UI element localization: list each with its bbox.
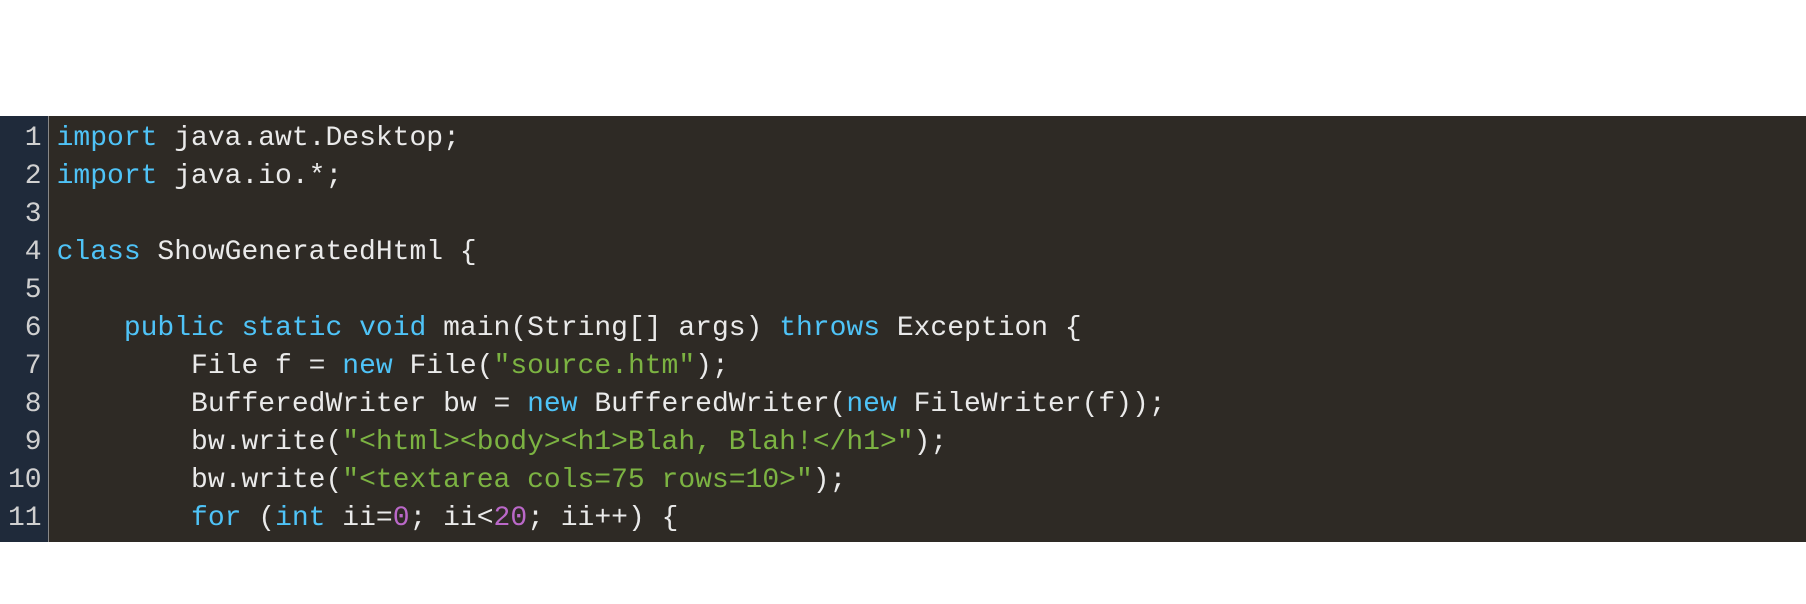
token-default: ; ii++) { xyxy=(527,503,678,534)
token-default: ); xyxy=(813,465,847,496)
token-number: 0 xyxy=(393,503,410,534)
token-string: "source.htm" xyxy=(494,351,696,382)
token-keyword: throws xyxy=(779,313,880,344)
token-default: ii= xyxy=(325,503,392,534)
token-keyword: for xyxy=(191,503,241,534)
token-keyword: static xyxy=(241,313,342,344)
line-number: 7 xyxy=(8,348,42,386)
page-top-whitespace xyxy=(0,0,1806,116)
line-number: 1 xyxy=(8,120,42,158)
token-keyword: import xyxy=(57,123,158,154)
code-line[interactable] xyxy=(57,196,1806,234)
token-default: ); xyxy=(695,351,729,382)
token-default: ShowGeneratedHtml { xyxy=(141,237,477,268)
line-number: 4 xyxy=(8,234,42,272)
token-default: ( xyxy=(241,503,275,534)
token-default: File f = xyxy=(57,351,343,382)
line-number: 9 xyxy=(8,424,42,462)
token-number: 20 xyxy=(494,503,528,534)
token-keyword: new xyxy=(342,351,392,382)
token-default xyxy=(57,313,124,344)
token-string: "<html><body><h1>Blah, Blah!</h1>" xyxy=(342,427,913,458)
token-default: BufferedWriter bw = xyxy=(57,389,527,420)
code-line[interactable]: BufferedWriter bw = new BufferedWriter(n… xyxy=(57,386,1806,424)
code-line[interactable]: public static void main(String[] args) t… xyxy=(57,310,1806,348)
token-default: ); xyxy=(914,427,948,458)
code-line[interactable] xyxy=(57,272,1806,310)
line-number: 6 xyxy=(8,310,42,348)
code-line[interactable]: for (int ii=0; ii<20; ii++) { xyxy=(57,500,1806,538)
token-default xyxy=(57,503,191,534)
line-number: 8 xyxy=(8,386,42,424)
token-keyword: class xyxy=(57,237,141,268)
line-number: 10 xyxy=(8,462,42,500)
token-keyword: import xyxy=(57,161,158,192)
token-default: File( xyxy=(393,351,494,382)
token-keyword: int xyxy=(275,503,325,534)
token-keyword: new xyxy=(846,389,896,420)
token-keyword: void xyxy=(359,313,426,344)
code-line[interactable]: import java.io.*; xyxy=(57,158,1806,196)
token-default: bw.write( xyxy=(57,465,343,496)
token-default xyxy=(342,313,359,344)
line-number-gutter: 1 2 3 4 5 6 7 8 9 10 11 xyxy=(0,116,49,542)
line-number: 2 xyxy=(8,158,42,196)
token-default: ; ii< xyxy=(410,503,494,534)
line-number: 3 xyxy=(8,196,42,234)
code-line[interactable]: bw.write("<textarea cols=75 rows=10>"); xyxy=(57,462,1806,500)
token-default: java.io.*; xyxy=(157,161,342,192)
code-line[interactable]: bw.write("<html><body><h1>Blah, Blah!</h… xyxy=(57,424,1806,462)
code-line[interactable]: class ShowGeneratedHtml { xyxy=(57,234,1806,272)
line-number: 5 xyxy=(8,272,42,310)
token-string: "<textarea cols=75 rows=10>" xyxy=(342,465,812,496)
code-area[interactable]: import java.awt.Desktop;import java.io.*… xyxy=(49,116,1806,542)
code-line[interactable]: File f = new File("source.htm"); xyxy=(57,348,1806,386)
token-default: BufferedWriter( xyxy=(578,389,847,420)
token-default: main(String[] args) xyxy=(426,313,779,344)
token-default: Exception { xyxy=(880,313,1082,344)
token-default: java.awt.Desktop; xyxy=(157,123,459,154)
token-default: bw.write( xyxy=(57,427,343,458)
token-keyword: public xyxy=(124,313,225,344)
line-number: 11 xyxy=(8,500,42,538)
token-default xyxy=(225,313,242,344)
code-line[interactable]: import java.awt.Desktop; xyxy=(57,120,1806,158)
code-editor[interactable]: 1 2 3 4 5 6 7 8 9 10 11 import java.awt.… xyxy=(0,116,1806,542)
token-default: FileWriter(f)); xyxy=(897,389,1166,420)
token-keyword: new xyxy=(527,389,577,420)
